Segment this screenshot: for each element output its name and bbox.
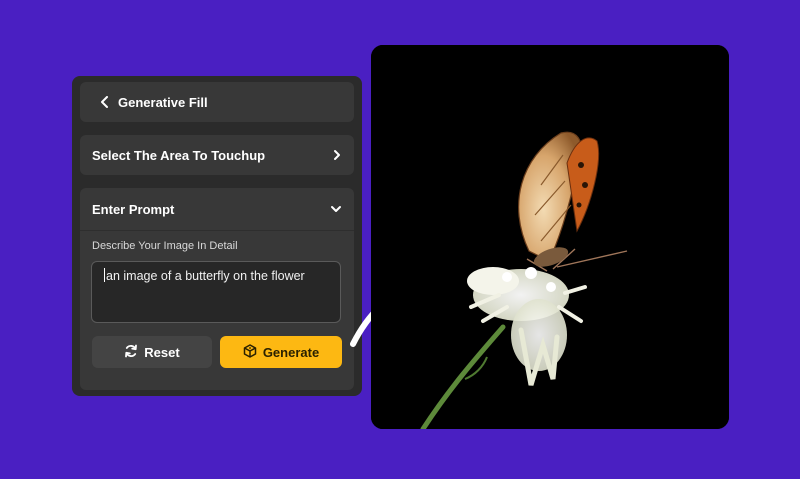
prompt-section-title: Enter Prompt — [92, 201, 175, 217]
chevron-right-icon — [332, 149, 342, 161]
prompt-section: Enter Prompt Describe Your Image In Deta… — [80, 188, 354, 390]
prompt-input-value: an image of a butterfly on the flower — [106, 269, 305, 283]
generative-fill-panel: Generative Fill Select The Area To Touch… — [72, 76, 362, 396]
generate-cube-icon — [243, 343, 263, 361]
prompt-section-header[interactable]: Enter Prompt — [80, 188, 354, 231]
select-area-label: Select The Area To Touchup — [92, 147, 266, 163]
refresh-icon — [124, 344, 144, 361]
reset-button[interactable]: Reset — [92, 336, 212, 368]
generate-button[interactable]: Generate — [220, 336, 342, 368]
chevron-left-icon[interactable] — [100, 96, 110, 108]
generate-button-label: Generate — [262, 344, 320, 360]
generative-fill-header[interactable]: Generative Fill — [80, 82, 354, 122]
panel-title: Generative Fill — [118, 94, 208, 110]
prompt-input[interactable]: an image of a butterfly on the flower — [91, 261, 341, 323]
text-caret — [104, 268, 105, 282]
reset-button-label: Reset — [144, 344, 180, 360]
select-area-row[interactable]: Select The Area To Touchup — [80, 135, 354, 175]
chevron-down-icon — [330, 202, 342, 217]
butterfly-on-flower-photo — [371, 45, 729, 429]
description-label: Describe Your Image In Detail — [92, 240, 238, 252]
